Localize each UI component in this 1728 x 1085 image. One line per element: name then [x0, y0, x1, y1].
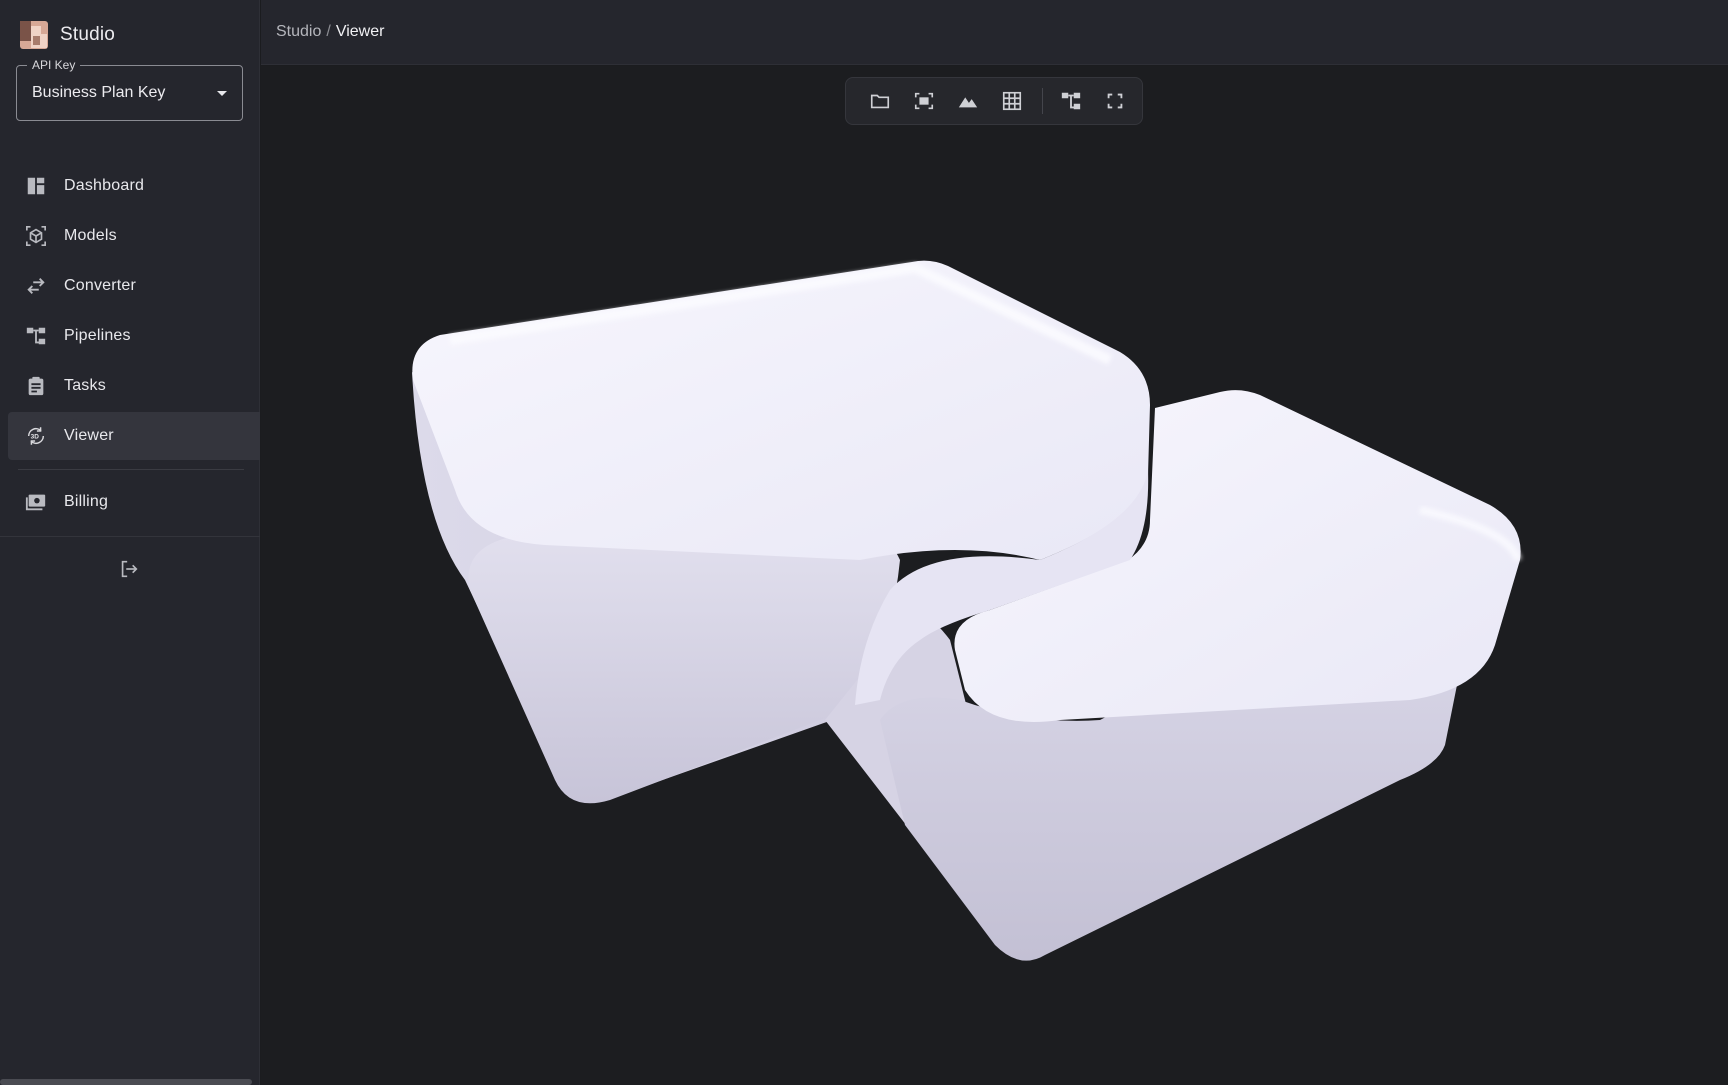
api-key-value: Business Plan Key	[32, 84, 166, 101]
sidebar-item-pipelines[interactable]: Pipelines	[0, 312, 260, 360]
sidebar-item-models[interactable]: Models	[0, 212, 260, 260]
app-name: Studio	[60, 24, 116, 45]
grid-button[interactable]	[994, 83, 1030, 119]
sidebar: Studio API Key Business Plan Key Dashboa…	[0, 0, 260, 1085]
breadcrumb: Studio / Viewer	[276, 23, 384, 41]
svg-text:3D: 3D	[31, 433, 40, 440]
scene-tree-button[interactable]	[1053, 83, 1089, 119]
fit-view-button[interactable]	[906, 83, 942, 119]
sidebar-divider	[18, 469, 244, 470]
brand[interactable]: Studio	[19, 20, 115, 50]
sidebar-billing-section: Billing	[0, 478, 260, 528]
environment-button[interactable]	[950, 83, 986, 119]
top-bar: Studio / Viewer	[261, 0, 1728, 65]
folder-open-icon	[870, 94, 890, 109]
scene-tree-icon	[1061, 92, 1081, 110]
sidebar-scrollbar[interactable]	[0, 1079, 252, 1085]
breadcrumb-studio[interactable]: Studio	[276, 23, 321, 40]
sidebar-item-viewer[interactable]: 3D Viewer	[8, 412, 260, 460]
billing-icon	[24, 490, 48, 514]
sidebar-item-converter[interactable]: Converter	[0, 262, 260, 310]
viewer-toolbar	[845, 77, 1143, 125]
studio-logo-icon	[20, 21, 48, 49]
sidebar-divider-bottom	[0, 536, 260, 537]
sidebar-item-billing[interactable]: Billing	[0, 478, 260, 526]
sidebar-item-tasks[interactable]: Tasks	[0, 362, 260, 410]
logout-icon	[121, 560, 138, 578]
open-file-button[interactable]	[862, 83, 898, 119]
fit-view-icon	[914, 92, 934, 110]
swap-arrows-icon	[24, 274, 48, 298]
dashboard-icon	[24, 174, 48, 198]
pipeline-icon	[24, 324, 48, 348]
app-root: Studio API Key Business Plan Key Dashboa…	[0, 0, 1728, 1085]
3d-rotation-icon: 3D	[24, 424, 48, 448]
clipboard-icon	[24, 374, 48, 398]
grid-icon	[1002, 91, 1022, 111]
api-key-select[interactable]: API Key Business Plan Key	[16, 58, 243, 121]
3d-model-render[interactable]	[261, 66, 1728, 1085]
environment-icon	[958, 97, 978, 108]
breadcrumb-separator: /	[326, 23, 331, 40]
sidebar-nav: Dashboard Models Converter Pipelines Tas…	[0, 162, 260, 462]
api-key-label: API Key	[27, 58, 81, 72]
breadcrumb-viewer: Viewer	[335, 23, 385, 40]
cube-icon	[24, 224, 48, 248]
fullscreen-icon	[1107, 93, 1123, 109]
logout-button[interactable]	[116, 556, 142, 582]
sidebar-item-dashboard[interactable]: Dashboard	[0, 162, 260, 210]
fullscreen-button[interactable]	[1097, 83, 1133, 119]
toolbar-separator	[1042, 88, 1043, 114]
caret-down-icon	[217, 91, 227, 96]
